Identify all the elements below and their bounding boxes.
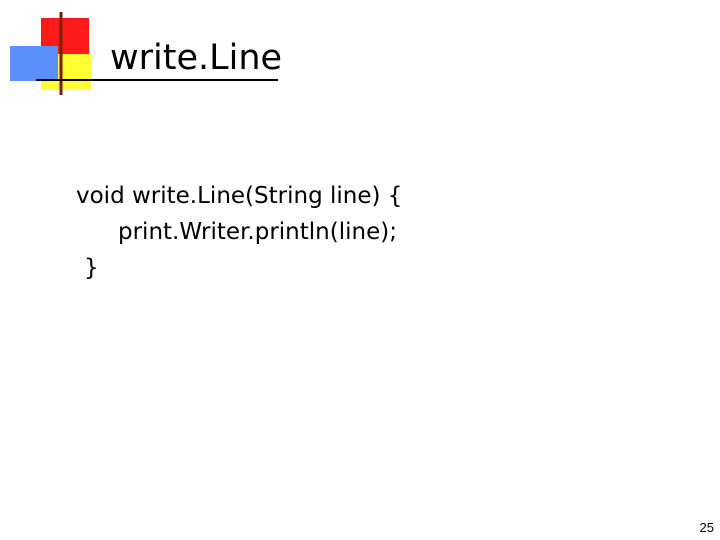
code-line-signature: void write.Line(String line) {: [76, 183, 403, 209]
logo-blue-square: [10, 46, 58, 81]
slide: write.Line void write.Line(String line) …: [0, 0, 720, 540]
overlapping-squares-logo-icon: [10, 12, 110, 95]
code-block: void write.Line(String line) { print.Wri…: [76, 178, 402, 286]
code-line-closing-brace: }: [84, 255, 99, 281]
page-title: write.Line: [110, 38, 283, 78]
code-line-body: print.Writer.println(line);: [118, 219, 397, 245]
page-number: 25: [699, 520, 714, 535]
